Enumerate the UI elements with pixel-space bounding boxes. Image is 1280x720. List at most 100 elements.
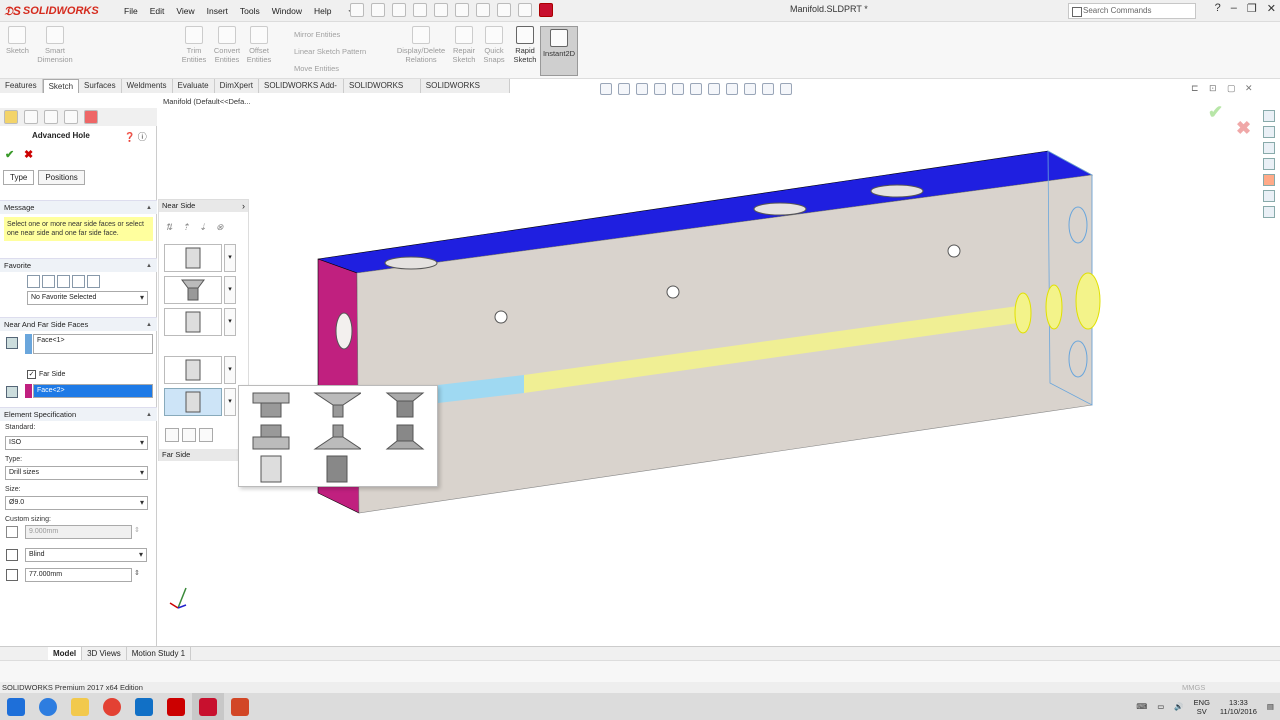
tab-sketch[interactable]: Sketch (42, 79, 80, 93)
menu-window[interactable]: Window (266, 6, 308, 16)
viewport-maximize-icon[interactable]: ▢ (1227, 83, 1236, 94)
repair-sketch-button[interactable]: Repair Sketch (452, 26, 476, 64)
macro-icon[interactable] (539, 3, 553, 17)
far-face-list[interactable]: Face<2> (33, 384, 153, 398)
sketch-button[interactable]: Sketch (6, 26, 29, 55)
start-button[interactable] (0, 693, 32, 720)
tab-evaluate[interactable]: Evaluate (173, 79, 215, 93)
confirm-reject-icon[interactable]: ✖ (1236, 118, 1251, 139)
restore-button[interactable]: ❐ (1247, 2, 1257, 15)
straight-icon[interactable] (247, 454, 295, 484)
counterbore-icon[interactable] (247, 390, 295, 420)
hide-show-icon[interactable] (726, 83, 738, 95)
quick-snaps-button[interactable]: Quick Snaps (482, 26, 506, 64)
rebuild-icon[interactable] (476, 3, 490, 17)
save-icon[interactable] (392, 3, 406, 17)
close-button[interactable]: ✕ (1267, 2, 1276, 15)
near-element-2[interactable] (164, 276, 222, 304)
end-port-hole[interactable] (335, 312, 353, 350)
side-hole-3[interactable] (947, 244, 961, 258)
view-settings-icon[interactable] (780, 83, 792, 95)
counterbore-reverse-icon[interactable] (247, 422, 295, 452)
chrome-button[interactable] (96, 693, 128, 720)
file-explorer-icon[interactable] (1263, 142, 1275, 154)
tab-model[interactable]: Model (48, 647, 83, 660)
display-manager-icon[interactable] (84, 110, 98, 124)
size-select[interactable]: Ø9.0 (5, 496, 148, 510)
tab-mbd[interactable]: SOLIDWORKS MBD (344, 79, 421, 102)
countersink-reverse-icon[interactable] (313, 422, 361, 452)
cancel-x-icon[interactable]: ✖ (24, 148, 33, 161)
near-element-1[interactable] (164, 244, 222, 272)
previous-view-icon[interactable] (636, 83, 648, 95)
near-element-3-dropdown[interactable]: ▾ (224, 308, 236, 336)
menu-view[interactable]: View (170, 6, 200, 16)
instant2d-button[interactable]: Instant2D (540, 26, 578, 76)
property-manager-icon[interactable] (24, 110, 38, 124)
model-viewport[interactable] (158, 93, 1280, 646)
load-favorite-icon[interactable] (87, 275, 100, 288)
insert-far-element-icon[interactable] (165, 428, 179, 442)
tab-positions[interactable]: Positions (38, 170, 85, 185)
search-commands-input[interactable]: Search Commands (1068, 3, 1196, 19)
faces-header[interactable]: Near And Far Side Faces (0, 317, 157, 331)
dimxpert-manager-icon[interactable] (64, 110, 78, 124)
add-favorite-icon[interactable] (27, 275, 40, 288)
delete-element-icon[interactable]: ⊗ (216, 222, 230, 236)
network-icon[interactable]: ▭ (1157, 702, 1164, 711)
explorer-button[interactable] (64, 693, 96, 720)
far-element-1[interactable] (164, 356, 222, 384)
volume-icon[interactable]: 🔊 (1174, 702, 1183, 711)
solidworks-taskbar-button[interactable] (192, 693, 224, 720)
convert-entities-button[interactable]: Convert Entities (210, 26, 244, 64)
countersink-icon[interactable] (313, 390, 361, 420)
forum-icon[interactable] (1263, 206, 1275, 218)
mirror-entities-button[interactable]: Mirror Entities (294, 30, 340, 39)
menu-insert[interactable]: Insert (201, 6, 234, 16)
configuration-manager-icon[interactable] (44, 110, 58, 124)
options-icon[interactable] (518, 3, 532, 17)
graphics-area[interactable] (158, 93, 1280, 646)
front-face[interactable] (356, 174, 1093, 514)
tab-addins[interactable]: SOLIDWORKS Add-Ins (259, 79, 345, 102)
appearances-icon[interactable] (1263, 174, 1275, 186)
zoom-to-fit-icon[interactable] (600, 83, 612, 95)
tab-3d-views[interactable]: 3D Views (82, 647, 127, 660)
help-question-icon[interactable]: ? (1215, 2, 1221, 15)
powerpoint-button[interactable] (224, 693, 256, 720)
chevron-right-icon[interactable]: › (242, 200, 245, 212)
display-style-icon[interactable] (708, 83, 720, 95)
move-far-up-icon[interactable] (182, 428, 196, 442)
tab-weldments[interactable]: Weldments (122, 79, 173, 93)
section-view-icon[interactable] (654, 83, 666, 95)
select-icon[interactable] (455, 3, 469, 17)
menu-file[interactable]: File (118, 6, 144, 16)
straight-tap-icon[interactable] (313, 454, 361, 484)
side-hole-1[interactable] (494, 310, 508, 324)
far-element-2-dropdown[interactable]: ▾ (224, 388, 236, 416)
tab-surfaces[interactable]: Surfaces (79, 79, 122, 93)
menu-edit[interactable]: Edit (144, 6, 171, 16)
view-palette-icon[interactable] (1263, 158, 1275, 170)
menu-help[interactable]: Help (308, 6, 337, 16)
trim-entities-button[interactable]: Trim Entities (178, 26, 210, 64)
tab-visualize[interactable]: SOLIDWORKS Visualize (421, 79, 510, 102)
feature-manager-icon[interactable] (4, 110, 18, 124)
spinner-icon[interactable]: ⇕ (134, 526, 140, 534)
type-select[interactable]: Drill sizes (5, 466, 148, 480)
move-down-icon[interactable]: ⇣ (199, 222, 213, 236)
near-element-2-dropdown[interactable]: ▾ (224, 276, 236, 304)
delete-far-element-icon[interactable] (199, 428, 213, 442)
viewport-minimize-icon[interactable]: ⊏ (1191, 83, 1199, 94)
insert-element-icon[interactable]: ⇅ (165, 222, 179, 236)
tab-motion-study[interactable]: Motion Study 1 (127, 647, 192, 660)
move-up-icon[interactable]: ⇡ (182, 222, 196, 236)
near-element-3[interactable] (164, 308, 222, 336)
message-header[interactable]: Message (0, 200, 157, 214)
far-side-checkbox[interactable]: ✓ (27, 370, 36, 379)
depth-spinner-icon[interactable]: ⇕ (134, 569, 140, 577)
top-hole-1[interactable] (384, 256, 438, 270)
favorite-select[interactable]: No Favorite Selected (27, 291, 148, 305)
edit-appearance-icon[interactable] (744, 83, 756, 95)
zoom-area-icon[interactable] (618, 83, 630, 95)
